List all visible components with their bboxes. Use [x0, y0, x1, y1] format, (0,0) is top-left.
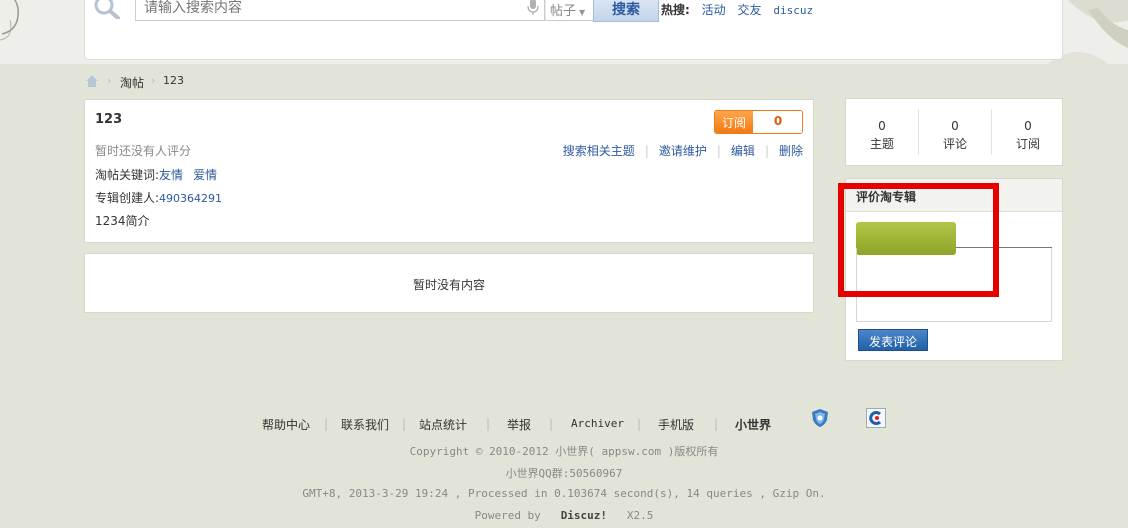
stat-subscriptions: 0 订阅 — [992, 117, 1064, 153]
post-comment-button[interactable]: 发表评论 — [858, 329, 928, 351]
search-type-label: 帖子 — [550, 4, 577, 19]
keyword-link[interactable]: 爱情 — [193, 168, 217, 182]
header: 帖子▼ 搜索 热搜: 活动 交友 discuz — [84, 0, 1063, 60]
keyword-link[interactable]: 友情 — [159, 168, 183, 182]
stats-card: 0 主题 0 评论 0 订阅 — [845, 98, 1063, 166]
stat-label: 评论 — [942, 137, 967, 151]
divider: | — [402, 417, 407, 431]
divider: | — [486, 417, 491, 431]
hot-search-label: 热搜: — [661, 3, 690, 17]
stat-label: 主题 — [869, 137, 894, 151]
chevron-down-icon: ▼ — [579, 8, 586, 17]
collection-info-card: 123 订阅 0 暂时还没有人评分 搜索相关主题 | 邀请维护 | 编辑 | 删除 淘帖关键… — [84, 99, 814, 243]
search-icon — [94, 0, 120, 19]
powered-brand[interactable]: Discuz! — [561, 509, 607, 522]
rating-status: 暂时还没有人评分 — [95, 144, 192, 158]
breadcrumb-item: 123 — [163, 74, 184, 87]
delete-link[interactable]: 删除 — [779, 144, 803, 158]
highlight-box — [838, 183, 999, 297]
footer-link-help[interactable]: 帮助中心 — [262, 416, 310, 433]
edit-link[interactable]: 编辑 — [731, 144, 755, 158]
stat-value: 0 — [951, 119, 959, 133]
collection-actions: 搜索相关主题 | 邀请维护 | 编辑 | 删除 — [563, 142, 803, 159]
invite-maintain-link[interactable]: 邀请维护 — [659, 144, 707, 158]
subscribe-label: 订阅 — [715, 111, 753, 133]
footer-links: 帮助中心 | 联系我们 | 站点统计 | 举报 | Archiver | 手机版… — [0, 416, 1128, 434]
footer-link-mobile[interactable]: 手机版 — [658, 416, 694, 433]
search-related-link[interactable]: 搜索相关主题 — [563, 144, 635, 158]
keywords-row: 淘帖关键词:友情 爱情 — [95, 166, 227, 183]
powered-version: X2.5 — [626, 509, 654, 522]
search-input[interactable] — [135, 0, 545, 21]
cnzz-stats-icon[interactable] — [866, 408, 886, 428]
footer-link-contact[interactable]: 联系我们 — [341, 416, 389, 433]
stat-topics: 0 主题 — [846, 117, 918, 153]
security-shield-icon[interactable] — [810, 408, 830, 428]
footer-copyright: Copyright © 2010-2012 小世界( appsw.com )版权… — [409, 445, 719, 458]
footer-link-report[interactable]: 举报 — [507, 416, 531, 433]
search-type-select[interactable]: 帖子 ▼ — [545, 0, 593, 21]
powered-prefix: Powered by — [474, 509, 541, 522]
divider: | — [714, 417, 719, 431]
breadcrumb-item[interactable]: 淘帖 — [120, 74, 144, 91]
stat-value: 0 — [878, 119, 886, 133]
footer-link-stats[interactable]: 站点统计 — [419, 416, 467, 433]
divider: | — [324, 417, 329, 431]
stat-label: 订阅 — [1015, 137, 1040, 151]
hot-search-item[interactable]: discuz — [773, 4, 813, 17]
search-button[interactable]: 搜索 — [593, 0, 659, 22]
divider: | — [716, 144, 721, 158]
keywords-label: 淘帖关键词: — [95, 168, 160, 182]
collection-title: 123 — [95, 112, 123, 127]
creator-row: 专辑创建人:490364291 — [95, 189, 222, 206]
footer-perf: GMT+8, 2013-3-29 19:24 , Processed in 0.… — [302, 487, 826, 500]
breadcrumb-separator: › — [151, 74, 156, 87]
divider: | — [644, 144, 649, 158]
breadcrumb-separator: › — [107, 74, 112, 87]
creator-link[interactable]: 490364291 — [159, 192, 222, 205]
stat-comments: 0 评论 — [919, 117, 991, 153]
footer-link-site[interactable]: 小世界 — [735, 416, 771, 433]
hot-search-item[interactable]: 交友 — [737, 3, 761, 17]
empty-message: 暂时没有内容 — [412, 278, 485, 292]
footer-qq-group: 小世界QQ群:50560967 — [505, 467, 623, 480]
home-icon[interactable] — [85, 74, 99, 88]
collection-intro: 1234简介 — [95, 214, 150, 228]
subscribe-count: 0 — [753, 111, 802, 133]
divider: | — [549, 417, 554, 431]
hot-search-item[interactable]: 活动 — [702, 3, 726, 17]
leaf-decoration-left — [0, 0, 19, 41]
divider: | — [764, 144, 769, 158]
footer-link-archiver[interactable]: Archiver — [571, 417, 624, 430]
microphone-icon[interactable] — [527, 0, 539, 15]
divider: | — [637, 417, 642, 431]
footer-powered: Powered by Discuz! X2.5 — [0, 509, 1128, 522]
hot-search: 热搜: 活动 交友 discuz — [661, 1, 821, 18]
content-list: 暂时没有内容 — [84, 253, 814, 313]
stat-value: 0 — [1024, 119, 1032, 133]
creator-label: 专辑创建人: — [95, 191, 160, 205]
subscribe-button[interactable]: 订阅 0 — [714, 110, 803, 134]
